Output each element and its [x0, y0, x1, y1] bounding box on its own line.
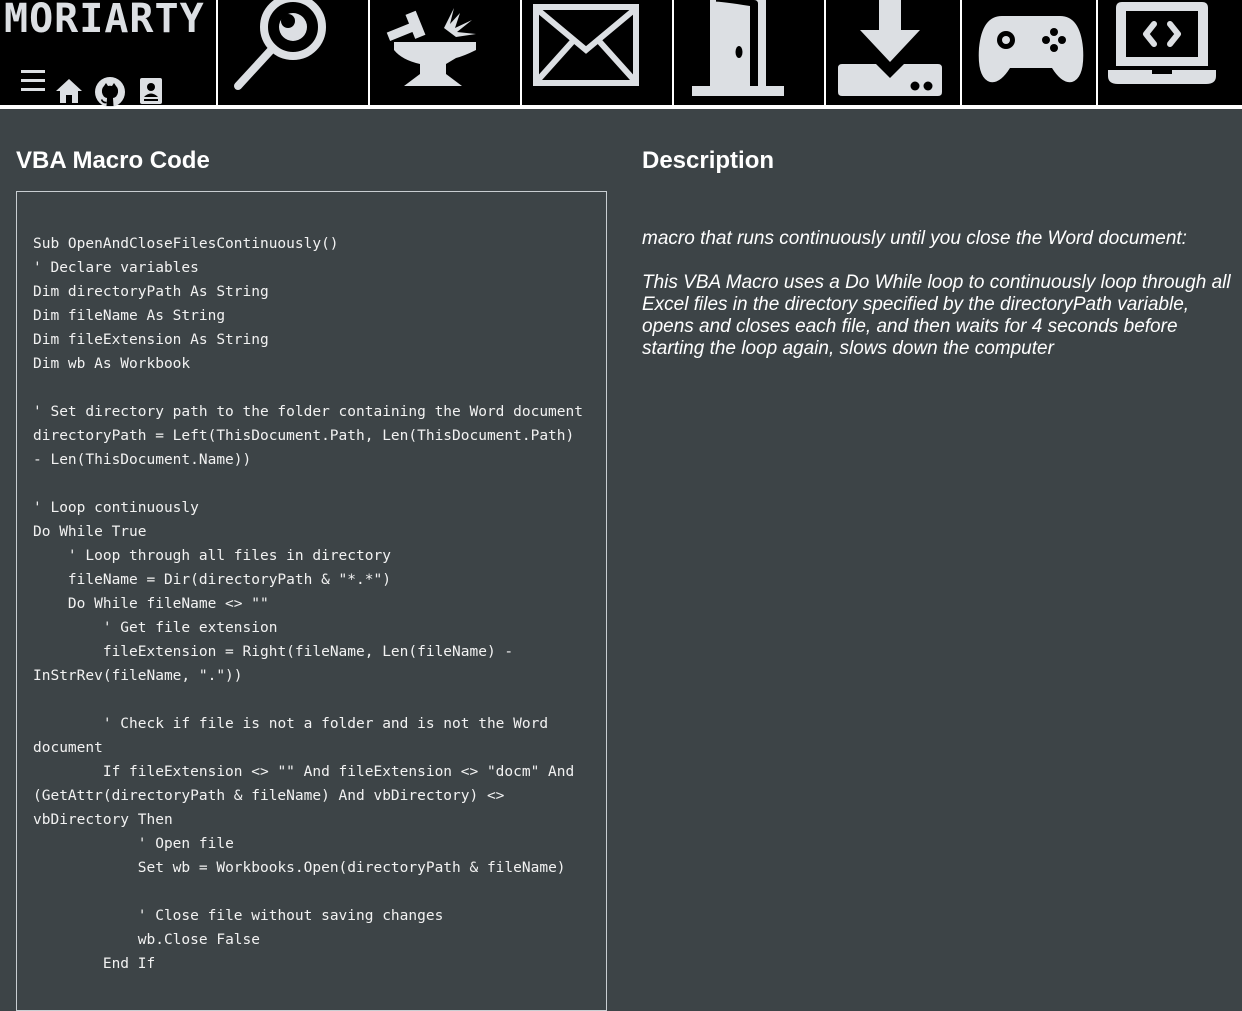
gamepad-icon [978, 16, 1084, 83]
top-navigation-bar: MORIARTY [0, 0, 1242, 109]
nav-exit[interactable] [674, 0, 824, 105]
nav-games[interactable] [962, 0, 1096, 105]
anvil-icon [386, 8, 476, 86]
door-icon [692, 0, 784, 96]
laptop-code-icon [1108, 2, 1216, 84]
nav-tools[interactable] [370, 0, 520, 105]
vba-code-text[interactable]: Sub OpenAndCloseFilesContinuously() ' De… [17, 192, 606, 976]
code-section-title: VBA Macro Code [16, 147, 210, 174]
nav-mail[interactable] [522, 0, 672, 105]
home-icon[interactable] [55, 78, 83, 104]
description-section-title: Description [642, 147, 775, 174]
brand-area: MORIARTY [0, 0, 216, 108]
menu-icon[interactable] [20, 68, 46, 94]
site-logo[interactable]: MORIARTY [4, 0, 205, 42]
description-intro: macro that runs continuously until you c… [642, 228, 1187, 249]
nav-download[interactable] [826, 0, 960, 105]
download-icon [838, 0, 942, 96]
envelope-icon [533, 4, 639, 86]
description-body: This VBA Macro uses a Do While loop to c… [642, 272, 1231, 359]
nav-code[interactable] [1098, 0, 1242, 105]
github-icon[interactable] [94, 76, 126, 108]
contact-icon[interactable] [139, 77, 163, 105]
magnifier-icon [234, 0, 326, 90]
code-block: Sub OpenAndCloseFilesContinuously() ' De… [16, 191, 607, 1011]
nav-search[interactable] [218, 0, 368, 105]
